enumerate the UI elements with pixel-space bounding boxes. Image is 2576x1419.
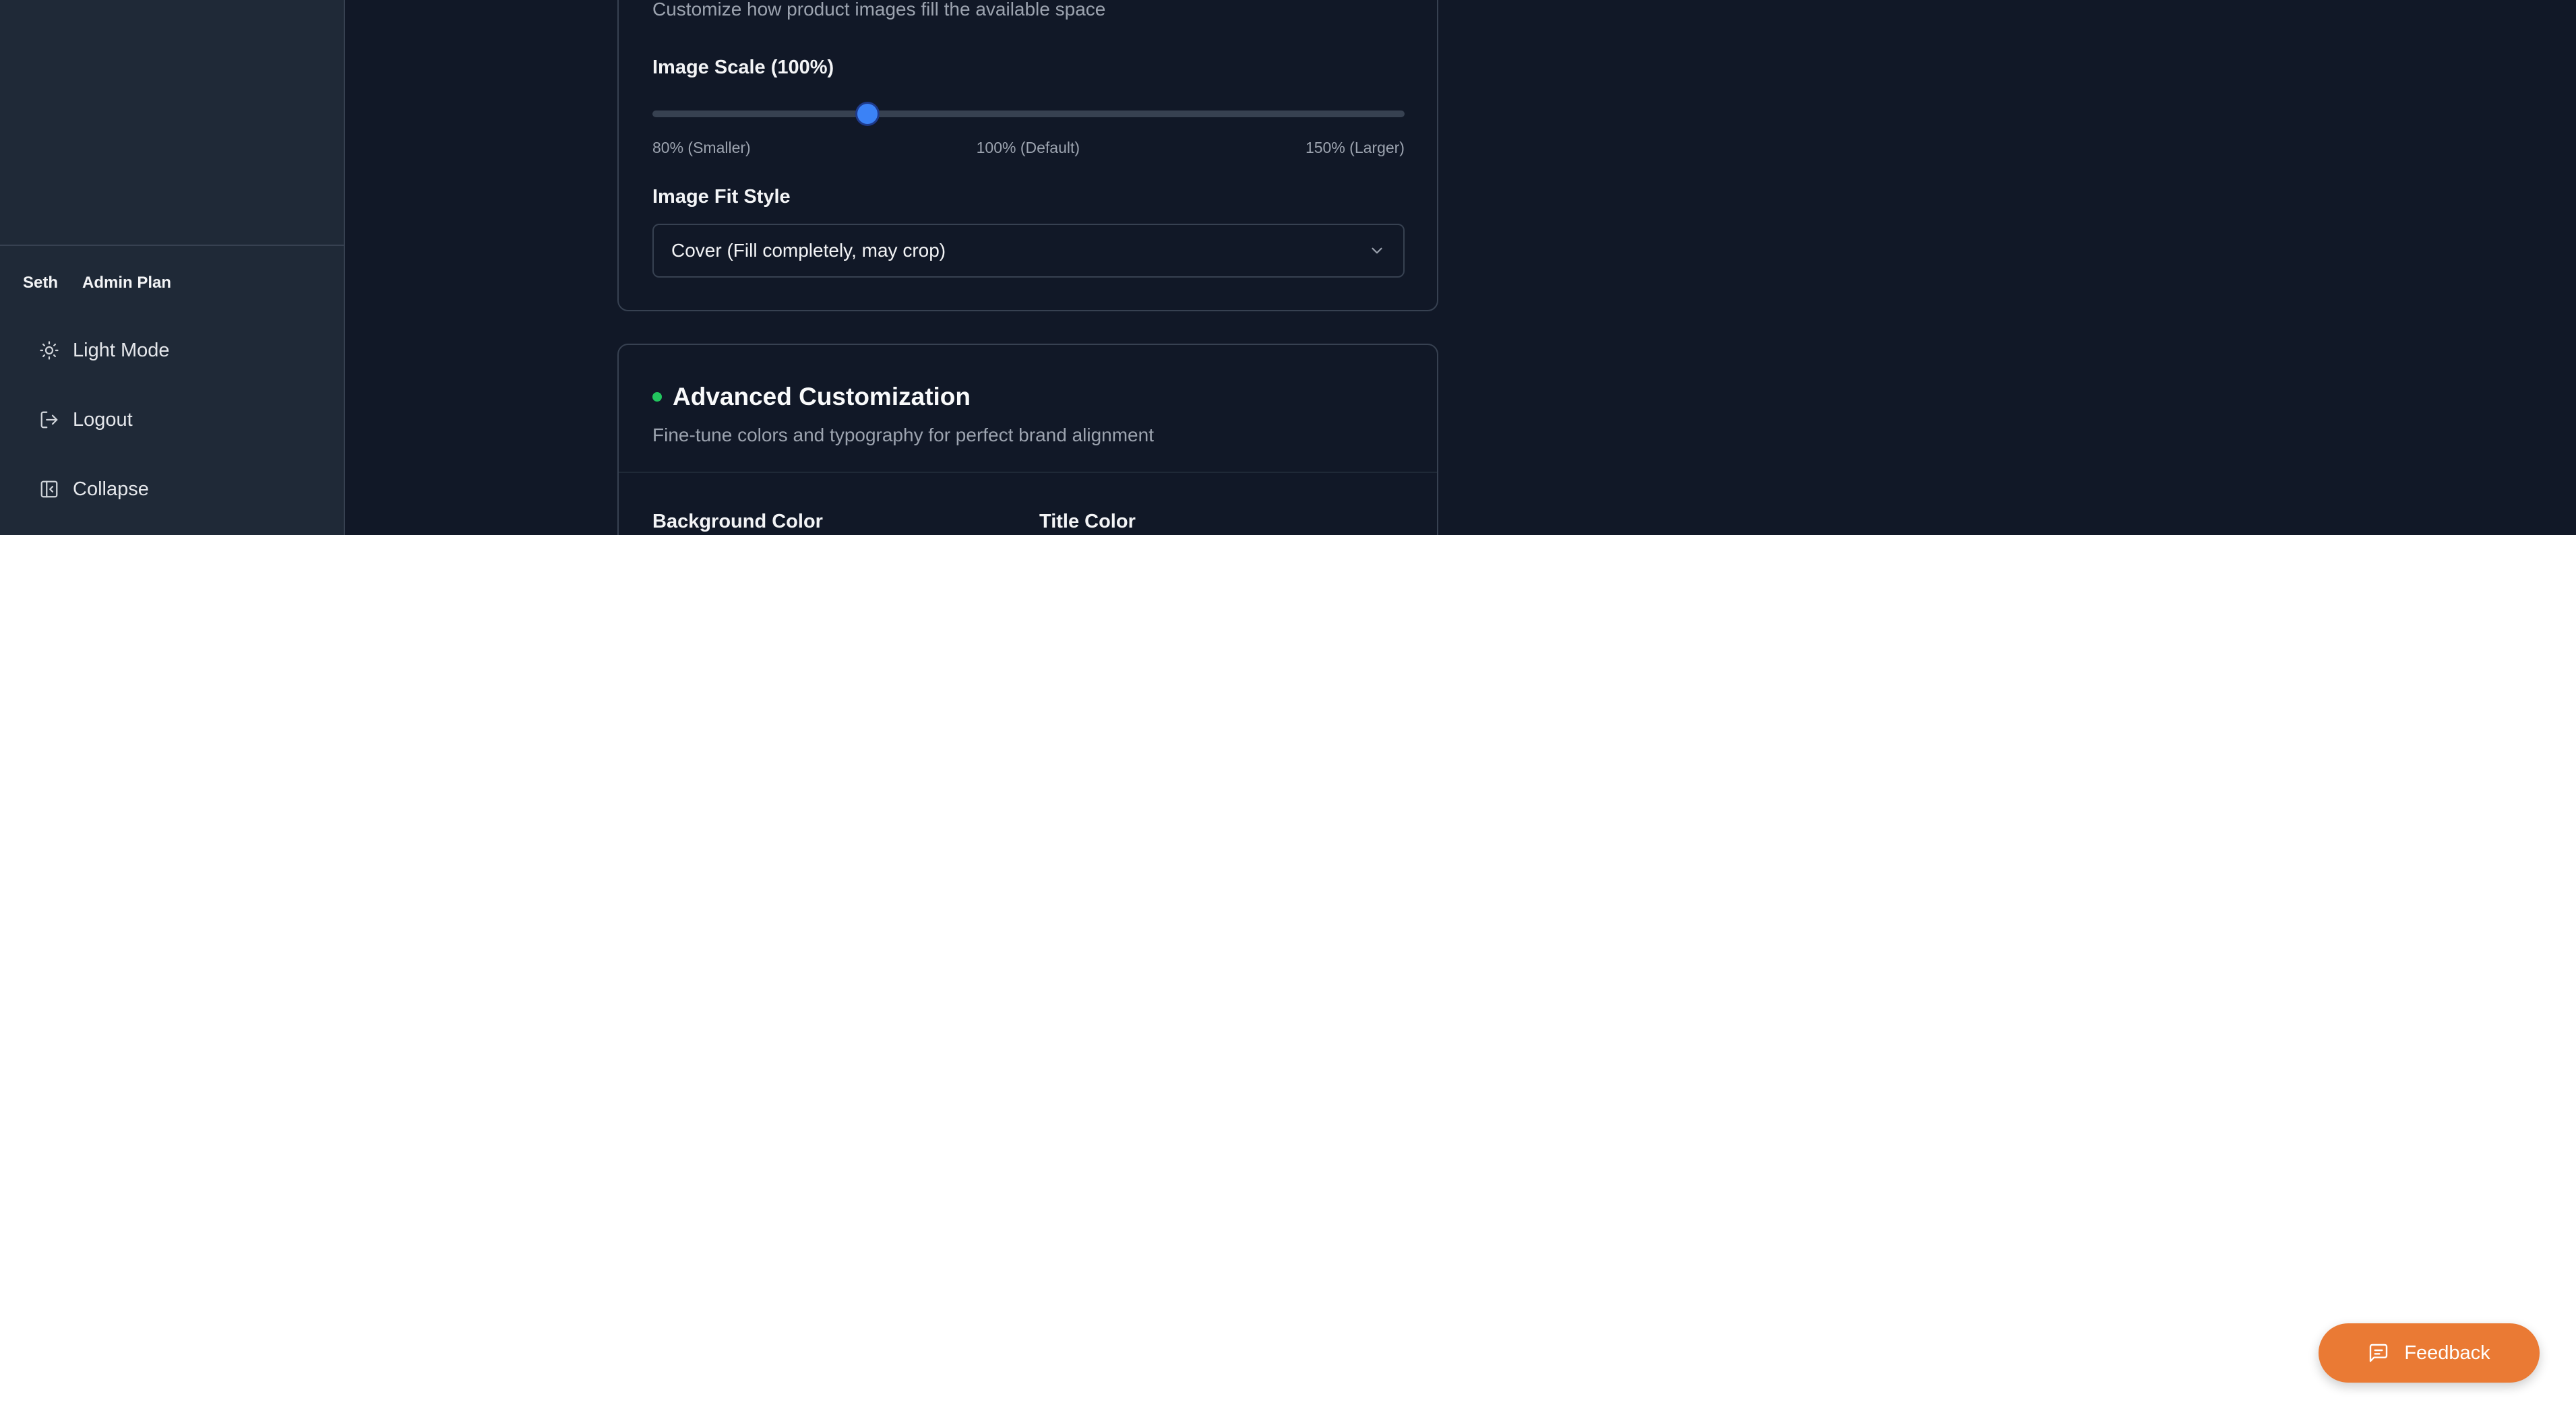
slider-min-label: 80% (Smaller) — [652, 139, 751, 156]
slider-max-label: 150% (Larger) — [1305, 139, 1405, 156]
status-dot — [652, 392, 662, 402]
sidebar-divider — [0, 245, 344, 246]
advanced-title: Advanced Customization — [673, 383, 971, 410]
advanced-customization-card: Advanced Customization Fine-tune colors … — [617, 344, 1438, 535]
feedback-label: Feedback — [2404, 1342, 2490, 1364]
advanced-header: Advanced Customization — [652, 383, 971, 411]
card-divider — [619, 472, 1437, 473]
sidebar: Seth Admin Plan Light Mode Logout Collap… — [0, 0, 345, 535]
image-fit-value: Cover (Fill completely, may crop) — [671, 240, 946, 261]
user-name: Seth — [23, 274, 59, 292]
image-scale-label: Image Scale (100%) — [652, 57, 834, 78]
advanced-description: Fine-tune colors and typography for perf… — [652, 424, 1154, 445]
app-viewport: Seth Admin Plan Light Mode Logout Collap… — [0, 0, 2576, 535]
image-scale-slider[interactable] — [652, 104, 1405, 124]
plan-badge: Admin Plan — [82, 274, 172, 292]
image-settings-card: Customize how product images fill the av… — [617, 0, 1438, 311]
feedback-button[interactable]: Feedback — [2319, 1323, 2540, 1383]
slider-default-label: 100% (Default) — [976, 139, 1080, 156]
background-color-label: Background Color — [652, 511, 823, 532]
image-fit-select[interactable]: Cover (Fill completely, may crop) — [652, 224, 1405, 278]
collapse-label: Collapse — [73, 478, 149, 500]
image-fit-label: Image Fit Style — [652, 186, 791, 208]
user-info: Seth Admin Plan — [23, 272, 171, 294]
slider-tick-labels: 80% (Smaller) 100% (Default) 150% (Large… — [652, 139, 1405, 157]
title-color-label: Title Color — [1039, 511, 1136, 532]
slider-thumb[interactable] — [857, 104, 878, 124]
logout-label: Logout — [73, 408, 133, 431]
collapse-button[interactable]: Collapse — [39, 473, 149, 505]
light-mode-label: Light Mode — [73, 339, 170, 361]
message-icon — [2370, 1344, 2388, 1362]
image-settings-description: Customize how product images fill the av… — [652, 0, 1106, 20]
light-mode-button[interactable]: Light Mode — [39, 334, 170, 367]
logout-icon — [40, 411, 58, 429]
sun-icon — [40, 341, 59, 360]
chevron-down-icon — [1372, 247, 1382, 254]
logout-button[interactable]: Logout — [39, 404, 133, 436]
collapse-panel-icon — [40, 480, 58, 498]
